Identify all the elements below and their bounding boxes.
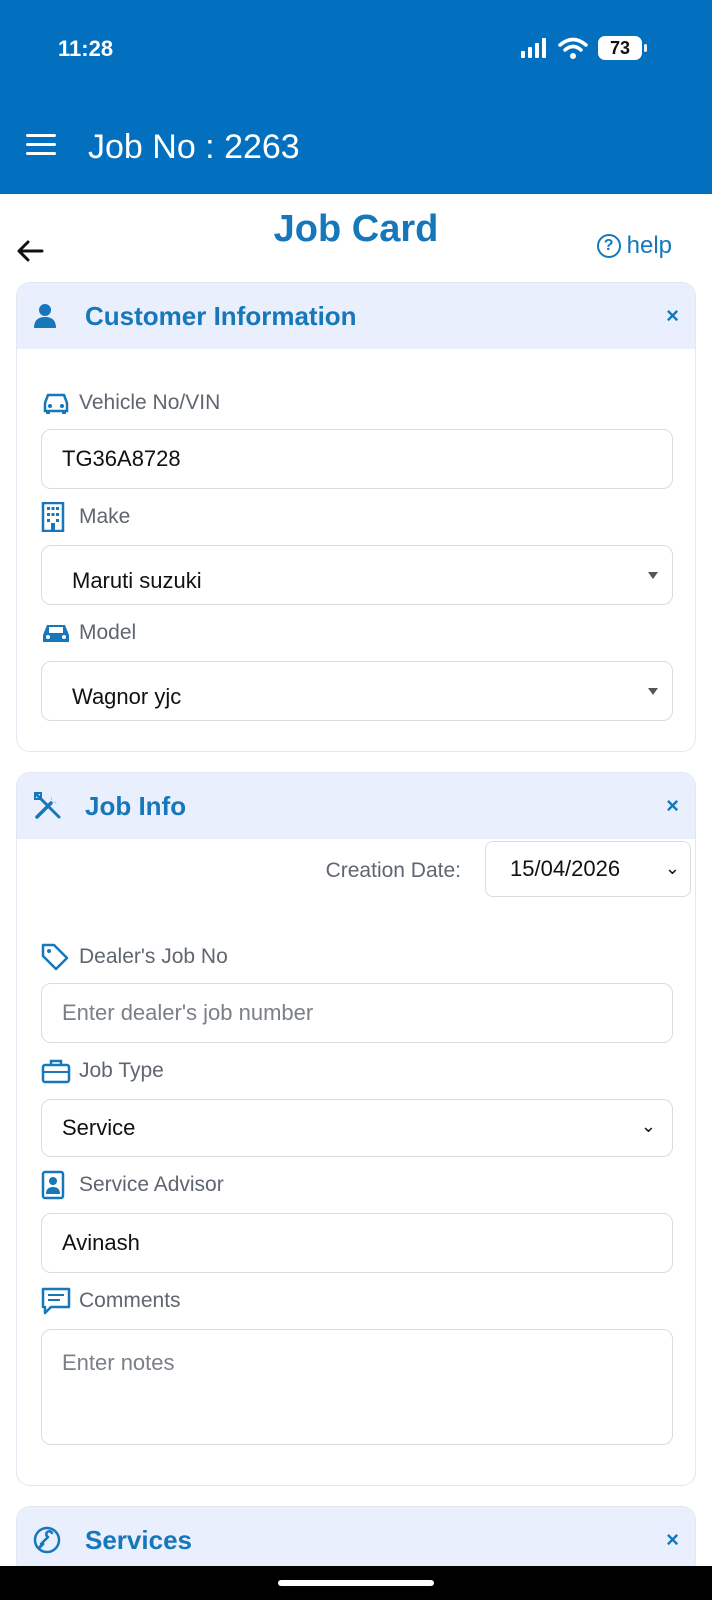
tools-icon <box>33 790 69 822</box>
model-label-text: Model <box>79 621 137 644</box>
customer-information-card: Customer Information × Vehicle No/VIN TG… <box>16 282 696 752</box>
status-icons: 73 <box>520 36 647 60</box>
caret-down-icon <box>648 688 658 695</box>
close-icon[interactable]: × <box>666 793 679 819</box>
job-type-label: Job Type <box>41 1057 164 1085</box>
top-app-bar: 11:28 73 Job No : 2263 <box>0 0 712 194</box>
close-icon[interactable]: × <box>666 1527 679 1553</box>
chevron-down-icon: ⌄ <box>640 1116 656 1136</box>
job-info-header[interactable]: Job Info × <box>17 773 695 839</box>
vehicle-input[interactable]: TG36A8728 <box>41 429 673 489</box>
person-icon <box>33 300 69 332</box>
make-select[interactable]: Maruti suzuki <box>41 545 673 605</box>
hamburger-icon[interactable] <box>26 134 56 156</box>
model-value: Wagnor yjc <box>72 684 182 709</box>
signal-icon <box>521 38 546 58</box>
dealer-job-input[interactable]: Enter dealer's job number <box>41 983 673 1043</box>
creation-date-select[interactable]: 15/04/2026 ⌄ <box>485 841 691 897</box>
make-value: Maruti suzuki <box>72 568 202 593</box>
home-indicator[interactable] <box>278 1580 434 1586</box>
question-circle-icon: ? <box>596 234 621 258</box>
wifi-icon <box>558 37 588 59</box>
job-type-value: Service <box>62 1115 136 1140</box>
creation-date-label: Creation Date: <box>325 859 461 882</box>
service-advisor-label: Service Advisor <box>41 1170 224 1200</box>
home-indicator-bar <box>0 1566 712 1600</box>
comments-textarea[interactable]: Enter notes <box>41 1329 673 1445</box>
caret-down-icon <box>648 572 658 579</box>
dealer-job-label: Dealer's Job No <box>41 943 228 971</box>
customer-information-title: Customer Information <box>85 300 357 331</box>
job-type-label-text: Job Type <box>79 1059 164 1082</box>
job-number-title: Job No : 2263 <box>88 128 300 166</box>
customer-information-header[interactable]: Customer Information × <box>17 283 695 349</box>
vehicle-label-text: Vehicle No/VIN <box>79 391 221 414</box>
services-header[interactable]: Services × <box>17 1507 695 1573</box>
help-link[interactable]: ? help <box>596 232 672 260</box>
close-icon[interactable]: × <box>666 303 679 329</box>
comments-label: Comments <box>41 1287 181 1315</box>
job-info-title: Job Info <box>85 790 187 821</box>
make-label: Make <box>41 502 131 532</box>
creation-date-value: 15/04/2026 <box>510 856 621 881</box>
help-label: help <box>626 232 672 259</box>
make-label-text: Make <box>79 505 131 528</box>
briefcase-icon <box>41 1057 71 1085</box>
job-info-card: Job Info × Creation Date: 15/04/2026 ⌄ D… <box>16 772 696 1486</box>
battery-icon: 73 <box>598 36 647 60</box>
model-select[interactable]: Wagnor yjc <box>41 661 673 721</box>
service-advisor-input[interactable]: Avinash <box>41 1213 673 1273</box>
chat-icon <box>41 1287 71 1315</box>
car-icon <box>41 389 71 417</box>
car-icon <box>41 619 71 647</box>
comments-label-text: Comments <box>79 1289 181 1312</box>
app-root: 11:28 73 Job No : 2263 Job Card ? help C… <box>0 0 712 1600</box>
service-icon <box>33 1524 69 1556</box>
dealer-job-label-text: Dealer's Job No <box>79 945 228 968</box>
vehicle-label: Vehicle No/VIN <box>41 389 220 417</box>
services-title: Services <box>85 1524 192 1555</box>
job-type-select[interactable]: Service ⌄ <box>41 1099 673 1157</box>
status-time: 11:28 <box>58 36 114 61</box>
tag-icon <box>41 943 71 971</box>
service-advisor-label-text: Service Advisor <box>79 1173 224 1196</box>
badge-icon <box>41 1170 71 1200</box>
chevron-down-icon: ⌄ <box>664 858 680 878</box>
building-icon <box>41 502 71 532</box>
model-label: Model <box>41 619 136 647</box>
